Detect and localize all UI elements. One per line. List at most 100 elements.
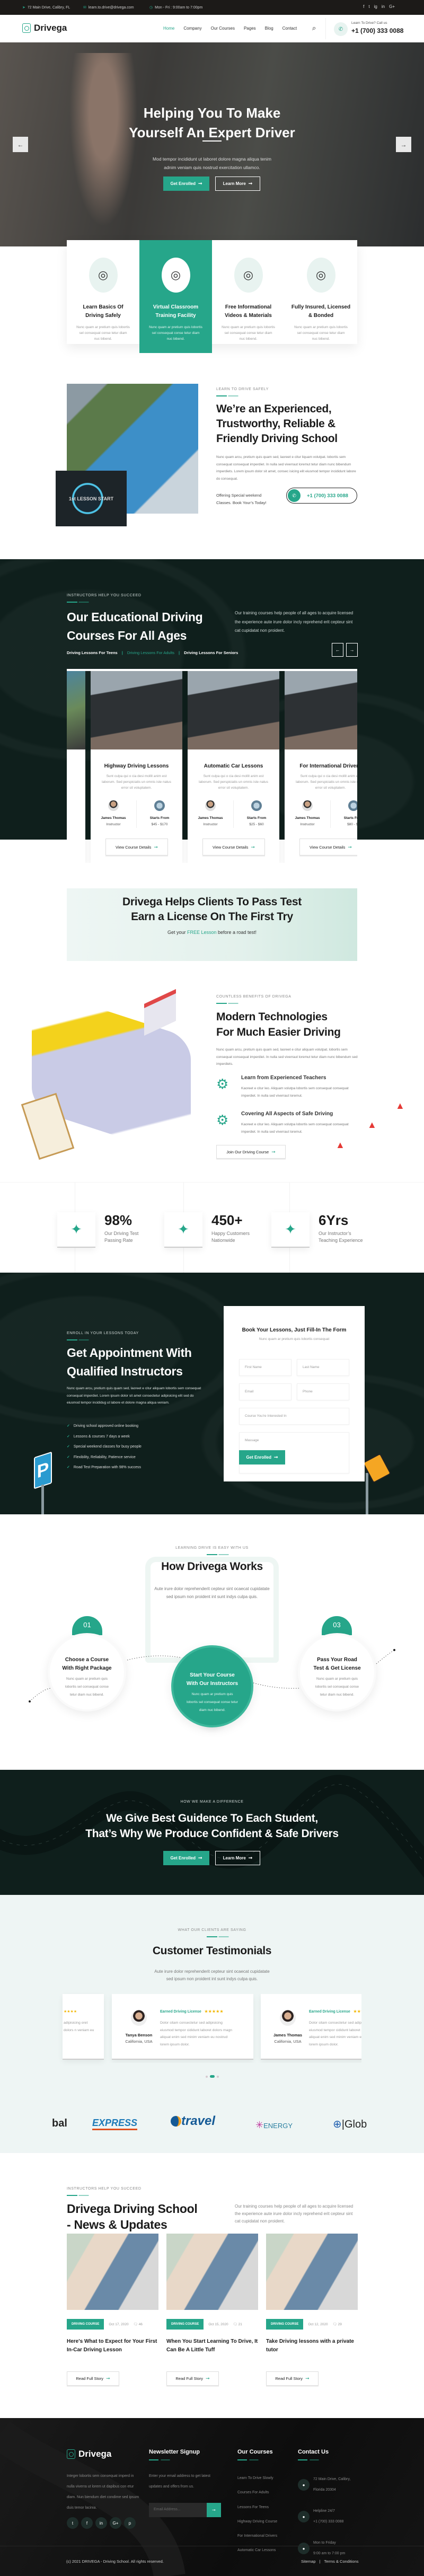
- social-icon[interactable]: in: [95, 2517, 107, 2529]
- first-name-input[interactable]: First Name: [239, 1359, 292, 1376]
- appointment-label: Enroll In Your Lessons Today: [67, 1331, 139, 1340]
- footer-course-link[interactable]: Highway Driving Course: [237, 2515, 277, 2529]
- nav-blog[interactable]: Blog: [265, 26, 273, 31]
- gear-shift-icon: ◎: [306, 258, 335, 293]
- cta-get-enrolled-button[interactable]: Get Enrolled ➞: [163, 1851, 209, 1865]
- certificate-icon: ✦: [271, 1212, 310, 1248]
- facebook-icon[interactable]: f: [363, 4, 364, 9]
- feature-card[interactable]: ◎ Fully Insured, Licensed & Bonded Nunc …: [285, 240, 357, 344]
- mail-icon: ✉: [83, 6, 86, 10]
- steering-wheel-icon: ◎: [161, 258, 190, 293]
- terms-link[interactable]: Terms & Conditions: [324, 2559, 358, 2564]
- course-input[interactable]: Course You're Interested In: [239, 1408, 349, 1425]
- category-tag[interactable]: Driving Course: [166, 2319, 204, 2330]
- course-card[interactable]: For International Drivers Sunt culpa qui…: [285, 669, 357, 863]
- courses-next-button[interactable]: →: [346, 643, 358, 657]
- nav-home[interactable]: Home: [163, 26, 174, 31]
- last-name-input[interactable]: Last Name: [297, 1359, 349, 1376]
- social-icon[interactable]: G+: [110, 2517, 121, 2529]
- instagram-icon[interactable]: ig: [374, 4, 377, 9]
- dot[interactable]: [206, 2075, 208, 2078]
- dot[interactable]: [217, 2075, 219, 2078]
- form-title: Book Your Lessons, Just Fill-In The Form: [242, 1327, 347, 1333]
- news-title: Drivega Driving School - News & Updates: [67, 2202, 198, 2231]
- about-phone-button[interactable]: ✆ +1 (700) 333 0088: [286, 488, 357, 504]
- twitter-icon[interactable]: t: [368, 4, 369, 9]
- course-card[interactable]: Highway Driving Lessons Sunt culpa qui o…: [91, 669, 182, 863]
- social-icon[interactable]: f: [81, 2517, 93, 2529]
- view-course-details-button[interactable]: View Course Details ➞: [105, 839, 168, 855]
- phone-input[interactable]: Phone: [297, 1383, 349, 1400]
- check-icon: ✓: [67, 1466, 70, 1469]
- free-lesson-link[interactable]: FREE Lesson: [187, 930, 217, 935]
- header-phone[interactable]: +1 (700) 333 0088: [351, 27, 403, 34]
- join-course-button[interactable]: Join Our Driving Course ➞: [216, 1145, 286, 1159]
- check-icon: ✓: [67, 1445, 70, 1449]
- news-photo[interactable]: [166, 2234, 258, 2310]
- view-course-details-button[interactable]: View Course Details ➞: [202, 839, 265, 855]
- footer-course-link[interactable]: Learn To Drive Slowly: [237, 2471, 277, 2485]
- feature-card[interactable]: ◎ Virtual Classroom Training Facility Nu…: [139, 240, 212, 353]
- footer-logo[interactable]: Drivega: [67, 2449, 111, 2459]
- social-icon[interactable]: p: [124, 2517, 136, 2529]
- label-dash: [216, 395, 227, 396]
- linkedin-icon[interactable]: in: [382, 4, 385, 9]
- slider-prev-button[interactable]: ←: [13, 137, 28, 152]
- check-icon: ✓: [67, 1455, 70, 1459]
- news-headline[interactable]: Here's What to Expect for Your First In-…: [67, 2337, 158, 2354]
- newsletter-email-input[interactable]: Email Address...: [149, 2503, 207, 2517]
- feature-card[interactable]: ◎ Learn Basics Of Driving Safely Nunc qu…: [67, 240, 139, 344]
- search-icon[interactable]: ⌕: [312, 24, 316, 32]
- nav-pages[interactable]: Pages: [244, 26, 256, 31]
- courses-prev-button[interactable]: ←: [332, 643, 343, 657]
- tab-seniors[interactable]: Driving Lessons For Seniors: [184, 650, 238, 655]
- nav-our-courses[interactable]: Our Courses: [211, 26, 235, 31]
- about-title: We’re an Experienced, Trustworthy, Relia…: [216, 403, 338, 445]
- news-headline[interactable]: When You Start Learning To Drive, It Can…: [166, 2337, 258, 2354]
- learn-more-button[interactable]: Learn More ➞: [215, 177, 260, 191]
- logo[interactable]: Drivega: [22, 23, 67, 33]
- feature-cards: ◎ Learn Basics Of Driving Safely Nunc qu…: [67, 240, 357, 353]
- courses-heading: Our Courses: [237, 2449, 273, 2460]
- read-full-story-button[interactable]: Read Full Story ➞: [166, 2371, 219, 2386]
- footer-course-link[interactable]: Courses For Adults: [237, 2485, 277, 2500]
- comments-count: 🗨 21: [233, 2323, 242, 2326]
- view-course-details-button[interactable]: View Course Details ➞: [299, 839, 357, 855]
- footer-course-link[interactable]: Lessons For Teens: [237, 2500, 277, 2515]
- comments-count: 🗨 29: [332, 2323, 342, 2326]
- sitemap-link[interactable]: Sitemap: [301, 2559, 316, 2564]
- feature-card[interactable]: ◎ Free Informational Videos & Materials …: [212, 240, 285, 344]
- category-tag[interactable]: Driving Course: [266, 2319, 304, 2330]
- dot-active[interactable]: [210, 2075, 215, 2078]
- news-photo[interactable]: [266, 2234, 358, 2310]
- nav-contact[interactable]: Contact: [282, 26, 297, 31]
- email-info[interactable]: ✉ learn.to.drive@drivega.com: [83, 5, 134, 10]
- email-input[interactable]: Email: [239, 1383, 292, 1400]
- news-photo[interactable]: [67, 2234, 158, 2310]
- post-date: Oct 15, 2020: [208, 2322, 228, 2326]
- course-title: Automatic Car Lessons: [204, 763, 263, 769]
- news-headline[interactable]: Take Driving lessons with a private tuto…: [266, 2337, 358, 2354]
- nav-company[interactable]: Company: [183, 26, 201, 31]
- about-text: Nunc quam arcu, pretium quis quam sed, l…: [216, 455, 356, 481]
- partner-logo-global: ⊕|Glob: [333, 2119, 367, 2130]
- read-full-story-button[interactable]: Read Full Story ➞: [67, 2371, 119, 2386]
- newsletter-submit-button[interactable]: ➞: [207, 2503, 221, 2517]
- category-tag[interactable]: Driving Course: [67, 2319, 104, 2330]
- arrow-right-icon: ➞: [248, 1855, 253, 1860]
- course-instructor: James Thomas Instructor: [188, 800, 234, 828]
- tab-teens[interactable]: Driving Lessons For Teens: [67, 650, 118, 655]
- main-nav: Home Company Our Courses Pages Blog Contact: [163, 26, 297, 31]
- checklist-car-icon: ◎: [89, 258, 118, 293]
- slider-next-button[interactable]: →: [396, 137, 411, 152]
- google-plus-icon[interactable]: G+: [389, 4, 395, 9]
- get-enrolled-button[interactable]: Get Enrolled ➞: [163, 177, 209, 191]
- form-submit-button[interactable]: Get Enrolled ➞: [239, 1450, 285, 1465]
- read-full-story-button[interactable]: Read Full Story ➞: [266, 2371, 319, 2386]
- footer-course-link[interactable]: For International Drivers: [237, 2529, 277, 2543]
- cta-learn-more-button[interactable]: Learn More ➞: [215, 1851, 260, 1865]
- tab-adults[interactable]: Driving Lessons For Adults: [127, 650, 174, 655]
- location-icon: ➤: [22, 6, 25, 10]
- course-card[interactable]: Automatic Car Lessons Sunt culpa qui o c…: [188, 669, 279, 863]
- social-icon[interactable]: t: [67, 2517, 78, 2529]
